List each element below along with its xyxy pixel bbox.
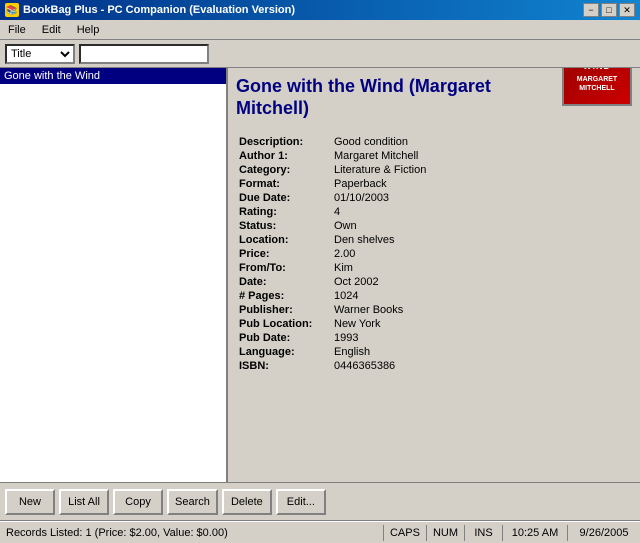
list-all-button[interactable]: List All <box>59 489 109 515</box>
field-label: ISBN: <box>236 359 331 373</box>
table-row: From/To: Kim <box>236 261 632 275</box>
window-title: BookBag Plus - PC Companion (Evaluation … <box>23 4 295 16</box>
title-bar: 📚 BookBag Plus - PC Companion (Evaluatio… <box>0 0 640 20</box>
menu-bar: File Edit Help <box>0 20 640 40</box>
close-button[interactable]: ✕ <box>619 3 635 17</box>
minimize-button[interactable]: − <box>583 3 599 17</box>
field-value: 1993 <box>331 331 632 345</box>
field-value: Paperback <box>331 177 632 191</box>
date-display: 9/26/2005 <box>568 525 640 541</box>
field-value: Margaret Mitchell <box>331 149 632 163</box>
table-row: Price: 2.00 <box>236 247 632 261</box>
field-label: Price: <box>236 247 331 261</box>
field-label: Pub Date: <box>236 331 331 345</box>
table-row: Pub Location: New York <box>236 317 632 331</box>
table-row: Due Date: 01/10/2003 <box>236 191 632 205</box>
field-value: Own <box>331 219 632 233</box>
field-label: Status: <box>236 219 331 233</box>
field-value: Good condition <box>331 135 632 149</box>
field-label: From/To: <box>236 261 331 275</box>
book-detail: Gone with the Wind (Margaret Mitchell) G… <box>228 68 640 482</box>
field-label: # Pages: <box>236 289 331 303</box>
menu-edit[interactable]: Edit <box>38 23 65 37</box>
search-bar: Title Author ISBN Category <box>0 40 640 68</box>
field-value: 2.00 <box>331 247 632 261</box>
table-row: Format: Paperback <box>236 177 632 191</box>
maximize-button[interactable]: □ <box>601 3 617 17</box>
table-row: Author 1: Margaret Mitchell <box>236 149 632 163</box>
field-value: 1024 <box>331 289 632 303</box>
bottom-toolbar: New List All Copy Search Delete Edit... <box>0 483 640 521</box>
field-label: Publisher: <box>236 303 331 317</box>
table-row: Status: Own <box>236 219 632 233</box>
book-cover: GONE WITH THE WIND MARGARET MITCHELL <box>562 68 632 106</box>
cover-text: GONE WITH THE WIND MARGARET MITCHELL <box>575 68 619 95</box>
status-records: Records Listed: 1 (Price: $2.00, Value: … <box>0 525 384 541</box>
time-display: 10:25 AM <box>503 525 568 541</box>
field-label: Description: <box>236 135 331 149</box>
field-label: Due Date: <box>236 191 331 205</box>
field-label: Rating: <box>236 205 331 219</box>
field-value: Kim <box>331 261 632 275</box>
book-list: Gone with the Wind <box>0 68 228 482</box>
detail-table: Description: Good condition Author 1: Ma… <box>236 135 632 373</box>
book-list-item[interactable]: Gone with the Wind <box>0 68 226 84</box>
window-controls: − □ ✕ <box>583 3 635 17</box>
field-value: 01/10/2003 <box>331 191 632 205</box>
new-button[interactable]: New <box>5 489 55 515</box>
field-label: Date: <box>236 275 331 289</box>
field-label: Category: <box>236 163 331 177</box>
table-row: Date: Oct 2002 <box>236 275 632 289</box>
field-value: Oct 2002 <box>331 275 632 289</box>
ins-indicator: INS <box>465 525 503 541</box>
status-bar: Records Listed: 1 (Price: $2.00, Value: … <box>0 521 640 543</box>
search-input[interactable] <box>79 44 209 64</box>
num-indicator: NUM <box>427 525 465 541</box>
menu-file[interactable]: File <box>4 23 30 37</box>
table-row: Location: Den shelves <box>236 233 632 247</box>
field-value: English <box>331 345 632 359</box>
field-value: Literature & Fiction <box>331 163 632 177</box>
main-content: Gone with the Wind Gone with the Wind (M… <box>0 68 640 483</box>
caps-indicator: CAPS <box>384 525 427 541</box>
field-value: Warner Books <box>331 303 632 317</box>
field-value: Den shelves <box>331 233 632 247</box>
menu-help[interactable]: Help <box>73 23 104 37</box>
field-value: 4 <box>331 205 632 219</box>
table-row: Pub Date: 1993 <box>236 331 632 345</box>
copy-button[interactable]: Copy <box>113 489 163 515</box>
field-value: 0446365386 <box>331 359 632 373</box>
field-value: New York <box>331 317 632 331</box>
field-label: Language: <box>236 345 331 359</box>
table-row: ISBN: 0446365386 <box>236 359 632 373</box>
table-row: Rating: 4 <box>236 205 632 219</box>
edit-button[interactable]: Edit... <box>276 489 326 515</box>
app-icon: 📚 <box>5 3 19 17</box>
table-row: Description: Good condition <box>236 135 632 149</box>
book-title: Gone with the Wind (Margaret Mitchell) <box>236 76 516 119</box>
table-row: Category: Literature & Fiction <box>236 163 632 177</box>
search-button[interactable]: Search <box>167 489 218 515</box>
delete-button[interactable]: Delete <box>222 489 272 515</box>
search-type-dropdown[interactable]: Title Author ISBN Category <box>5 44 75 64</box>
table-row: Publisher: Warner Books <box>236 303 632 317</box>
field-label: Location: <box>236 233 331 247</box>
field-label: Pub Location: <box>236 317 331 331</box>
field-label: Author 1: <box>236 149 331 163</box>
table-row: Language: English <box>236 345 632 359</box>
table-row: # Pages: 1024 <box>236 289 632 303</box>
field-label: Format: <box>236 177 331 191</box>
